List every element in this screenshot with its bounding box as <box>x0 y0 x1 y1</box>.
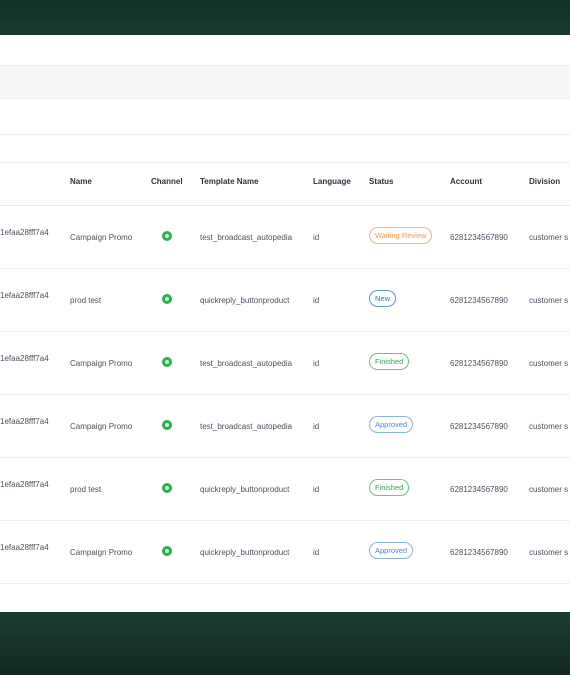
status-badge: Finished <box>369 353 410 370</box>
channel-cell <box>162 294 172 304</box>
status-cell: Finished <box>369 479 410 496</box>
table-row[interactable]: 1efaa28fff7a4 Campaign Promo test_broadc… <box>0 206 570 269</box>
status-badge: Approved <box>369 542 414 559</box>
table-row[interactable]: 1efaa28fff7a4 prod test quickreply_butto… <box>0 458 570 521</box>
table-row[interactable]: 1efaa28fff7a4 prod test quickreply_butto… <box>0 269 570 332</box>
column-header-template-name[interactable]: Template Name <box>200 177 259 186</box>
row-name: Campaign Promo <box>70 233 133 242</box>
row-name: prod test <box>70 485 102 494</box>
row-name: Campaign Promo <box>70 548 133 557</box>
row-language: id <box>313 485 320 494</box>
row-template-name: quickreply_buttonproduct <box>200 485 290 494</box>
row-language: id <box>313 359 320 368</box>
channel-cell <box>162 483 172 493</box>
table-row[interactable]: 1efaa28fff7a4 Campaign Promo quickreply_… <box>0 521 570 584</box>
filter-strip <box>0 66 570 99</box>
row-division: customer s <box>529 359 569 368</box>
whatsapp-icon <box>162 483 172 493</box>
row-division: customer s <box>529 233 569 242</box>
table-body: 1efaa28fff7a4 Campaign Promo test_broadc… <box>0 206 570 584</box>
search-strip <box>0 99 570 135</box>
table-header: Name Channel Template Name Language Stat… <box>0 163 570 206</box>
row-account: 6281234567890 <box>450 296 508 305</box>
row-account: 6281234567890 <box>450 548 508 557</box>
row-id: 1efaa28fff7a4 <box>0 291 49 300</box>
row-id: 1efaa28fff7a4 <box>0 417 49 426</box>
column-header-status[interactable]: Status <box>369 177 393 186</box>
column-header-account[interactable]: Account <box>450 177 482 186</box>
row-account: 6281234567890 <box>450 422 508 431</box>
table-row[interactable]: 1efaa28fff7a4 Campaign Promo test_broadc… <box>0 395 570 458</box>
row-id: 1efaa28fff7a4 <box>0 480 49 489</box>
whatsapp-icon <box>162 231 172 241</box>
row-template-name: test_broadcast_autopedia <box>200 359 293 368</box>
whatsapp-icon <box>162 420 172 430</box>
column-header-channel[interactable]: Channel <box>151 177 183 186</box>
row-name: Campaign Promo <box>70 359 133 368</box>
row-name: Campaign Promo <box>70 422 133 431</box>
whatsapp-icon <box>162 546 172 556</box>
status-badge: Waiting Review <box>369 227 433 244</box>
top-background-band <box>0 0 570 35</box>
column-header-language[interactable]: Language <box>313 177 351 186</box>
row-template-name: test_broadcast_autopedia <box>200 233 293 242</box>
channel-cell <box>162 357 172 367</box>
table-footer <box>0 584 570 612</box>
table-row[interactable]: 1efaa28fff7a4 Campaign Promo test_broadc… <box>0 332 570 395</box>
row-division: customer s <box>529 485 569 494</box>
status-cell: Approved <box>369 542 414 559</box>
channel-cell <box>162 231 172 241</box>
row-id: 1efaa28fff7a4 <box>0 354 49 363</box>
status-badge: New <box>369 290 397 307</box>
subheader-strip <box>0 135 570 163</box>
whatsapp-icon <box>162 357 172 367</box>
status-cell: New <box>369 290 397 307</box>
status-badge: Approved <box>369 416 414 433</box>
broadcast-table: Name Channel Template Name Language Stat… <box>0 163 570 612</box>
status-cell: Waiting Review <box>369 227 433 244</box>
bottom-background-band <box>0 612 570 675</box>
row-division: customer s <box>529 548 569 557</box>
row-division: customer s <box>529 422 569 431</box>
row-language: id <box>313 233 320 242</box>
row-template-name: quickreply_buttonproduct <box>200 296 290 305</box>
row-template-name: quickreply_buttonproduct <box>200 548 290 557</box>
row-account: 6281234567890 <box>450 233 508 242</box>
status-badge: Finished <box>369 479 410 496</box>
row-account: 6281234567890 <box>450 359 508 368</box>
row-id: 1efaa28fff7a4 <box>0 543 49 552</box>
toolbar-strip <box>0 35 570 66</box>
row-id: 1efaa28fff7a4 <box>0 228 49 237</box>
row-language: id <box>313 422 320 431</box>
content-panel: Name Channel Template Name Language Stat… <box>0 35 570 612</box>
status-cell: Approved <box>369 416 414 433</box>
channel-cell <box>162 546 172 556</box>
column-header-name[interactable]: Name <box>70 177 92 186</box>
whatsapp-icon <box>162 294 172 304</box>
row-account: 6281234567890 <box>450 485 508 494</box>
status-cell: Finished <box>369 353 410 370</box>
row-language: id <box>313 548 320 557</box>
row-division: customer s <box>529 296 569 305</box>
channel-cell <box>162 420 172 430</box>
column-header-division[interactable]: Division <box>529 177 560 186</box>
row-language: id <box>313 296 320 305</box>
row-template-name: test_broadcast_autopedia <box>200 422 293 431</box>
row-name: prod test <box>70 296 102 305</box>
